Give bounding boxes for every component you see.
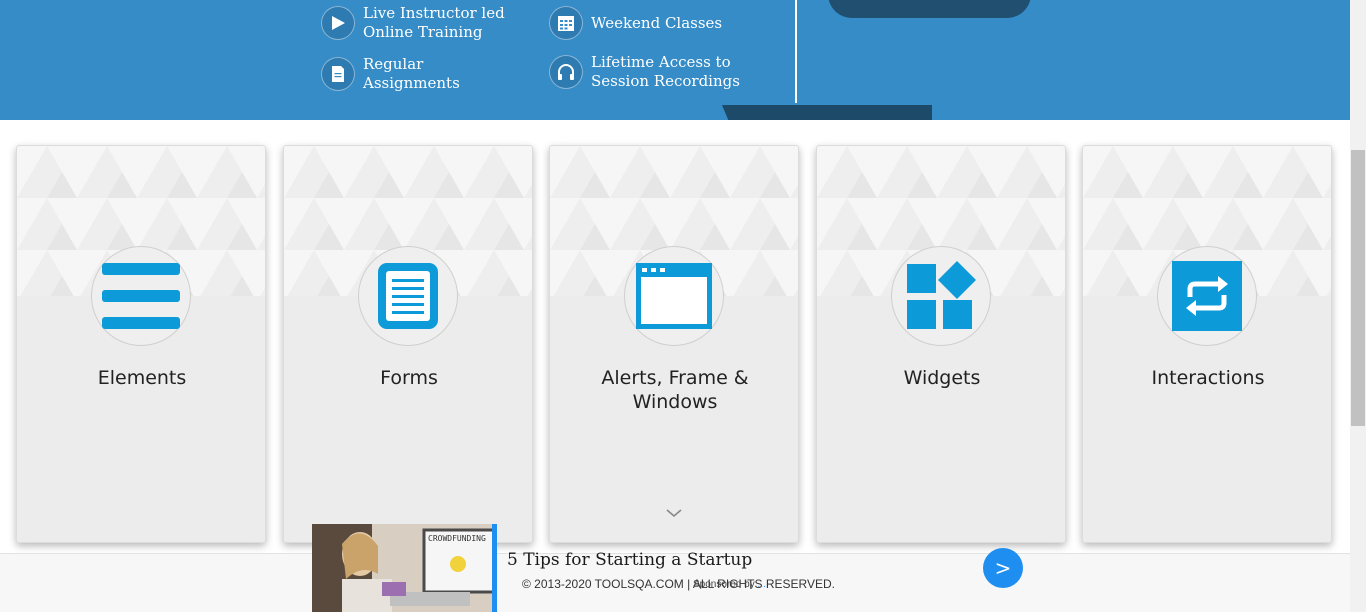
ad-image[interactable]: CROWDFUNDING <box>312 524 494 612</box>
banner-ribbon <box>722 105 932 120</box>
ad-sponsor-brand[interactable]: ... <box>758 579 766 590</box>
headphones-icon <box>549 55 583 89</box>
training-banner: Live Instructor led Online Training Week… <box>0 0 1350 120</box>
card-alerts-frame-windows[interactable]: Alerts, Frame & Windows <box>549 145 799 543</box>
card-interactions[interactable]: Interactions <box>1082 145 1332 543</box>
card-title: Alerts, Frame & Windows <box>601 367 749 413</box>
feature-regular-assignments: Regular Assignments <box>321 55 460 93</box>
ad-image-text: CROWDFUNDING <box>428 534 486 543</box>
swap-arrows-icon <box>1157 246 1257 346</box>
feature-lifetime-access: Lifetime Access to Session Recordings <box>549 53 740 91</box>
card-forms[interactable]: Forms <box>283 145 533 543</box>
feature-label: Lifetime Access to Session Recordings <box>591 53 740 90</box>
card-title: Forms <box>380 367 438 389</box>
feature-live-training: Live Instructor led Online Training <box>321 4 505 42</box>
form-document-icon <box>358 246 458 346</box>
banner-enroll-button[interactable] <box>828 0 1031 18</box>
ad-next-button[interactable]: > <box>983 548 1023 588</box>
feature-label: Live Instructor led Online Training <box>363 4 505 41</box>
ad-sponsored-label: Sponsored by <box>693 579 755 590</box>
calendar-icon <box>549 6 583 40</box>
scrollbar-thumb[interactable] <box>1351 150 1365 426</box>
banner-divider <box>795 0 797 103</box>
document-icon <box>321 57 355 91</box>
widgets-icon <box>891 246 991 346</box>
ad-headline[interactable]: 5 Tips for Starting a Startup <box>507 550 752 570</box>
feature-weekend-classes: Weekend Classes <box>549 6 722 40</box>
copyright-text: © 2013-2020 TOOLSQA.COM | ALL RIGHTS RES… <box>522 577 835 591</box>
hamburger-menu-icon <box>91 246 191 346</box>
card-widgets[interactable]: Widgets <box>816 145 1066 543</box>
play-icon <box>321 6 355 40</box>
browser-window-icon <box>624 246 724 346</box>
feature-label: Weekend Classes <box>591 13 723 32</box>
card-title: Widgets <box>903 367 981 389</box>
card-title: Elements <box>97 367 187 389</box>
feature-label: Regular Assignments <box>363 55 460 92</box>
ad-sponsor: Sponsored by ... <box>693 579 766 590</box>
ad-accent-stripe <box>492 524 497 612</box>
card-title: Interactions <box>1151 367 1265 389</box>
page: Live Instructor led Online Training Week… <box>0 0 1366 612</box>
card-elements[interactable]: Elements <box>16 145 266 543</box>
chevron-down-icon[interactable] <box>665 508 683 518</box>
